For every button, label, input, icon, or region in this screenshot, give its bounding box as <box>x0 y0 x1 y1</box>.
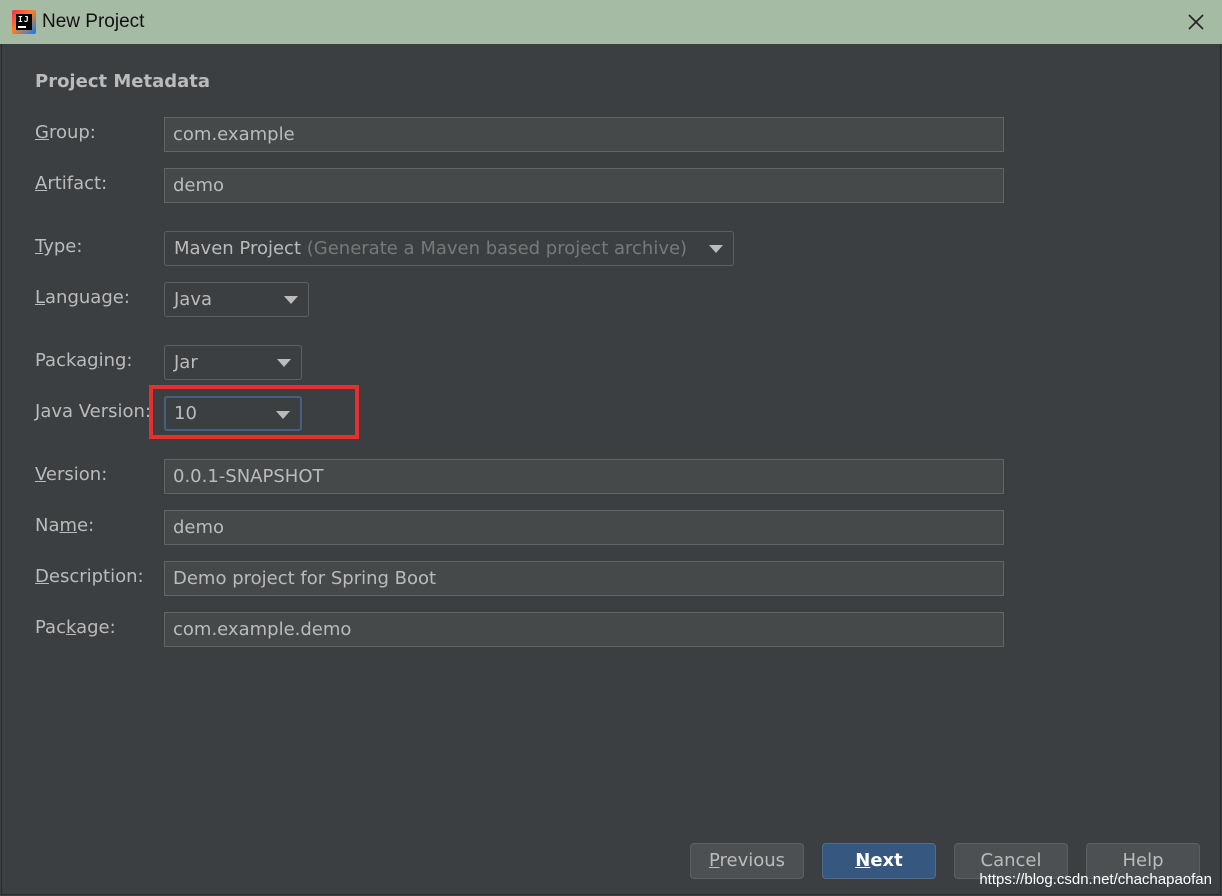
packaging-select[interactable]: Jar <box>164 345 302 380</box>
language-select[interactable]: Java <box>164 282 309 317</box>
group-label: Group: <box>35 122 96 143</box>
window-title: New Project <box>42 11 145 32</box>
dialog-content: Project Metadata Group: com.example Arti… <box>1 44 1221 895</box>
type-value: Maven Project <box>174 238 302 259</box>
packaging-label: Packaging: <box>35 350 133 371</box>
intellij-logo-icon: IJ <box>12 10 36 34</box>
version-field[interactable]: 0.0.1-SNAPSHOT <box>164 459 1004 494</box>
watermark: https://blog.csdn.net/chachapaofan <box>979 871 1212 888</box>
close-icon[interactable] <box>1184 10 1208 34</box>
description-label: Description: <box>35 566 144 587</box>
artifact-label: Artifact: <box>35 173 108 194</box>
language-label: Language: <box>35 287 130 308</box>
packaging-value: Jar <box>174 352 198 373</box>
chevron-down-icon <box>709 245 723 253</box>
version-label: Version: <box>35 464 108 485</box>
type-hint: (Generate a Maven based project archive) <box>306 238 688 259</box>
title-bar: IJ New Project <box>0 0 1222 44</box>
group-field[interactable]: com.example <box>164 117 1004 152</box>
description-field[interactable]: Demo project for Spring Boot <box>164 561 1004 596</box>
name-field[interactable]: demo <box>164 510 1004 545</box>
artifact-field[interactable]: demo <box>164 168 1004 203</box>
name-label: Name: <box>35 515 95 536</box>
type-select[interactable]: Maven Project (Generate a Maven based pr… <box>164 231 734 266</box>
java-version-label: Java Version: <box>35 401 152 422</box>
chevron-down-icon <box>277 359 291 367</box>
section-title: Project Metadata <box>35 71 211 92</box>
language-value: Java <box>174 289 213 310</box>
next-button[interactable]: Next <box>822 843 936 879</box>
package-field[interactable]: com.example.demo <box>164 612 1004 647</box>
annotation-highlight-box <box>149 385 359 439</box>
type-label: Type: <box>35 236 83 257</box>
package-label: Package: <box>35 617 116 638</box>
chevron-down-icon <box>284 296 298 304</box>
previous-button[interactable]: Previous <box>690 843 804 879</box>
